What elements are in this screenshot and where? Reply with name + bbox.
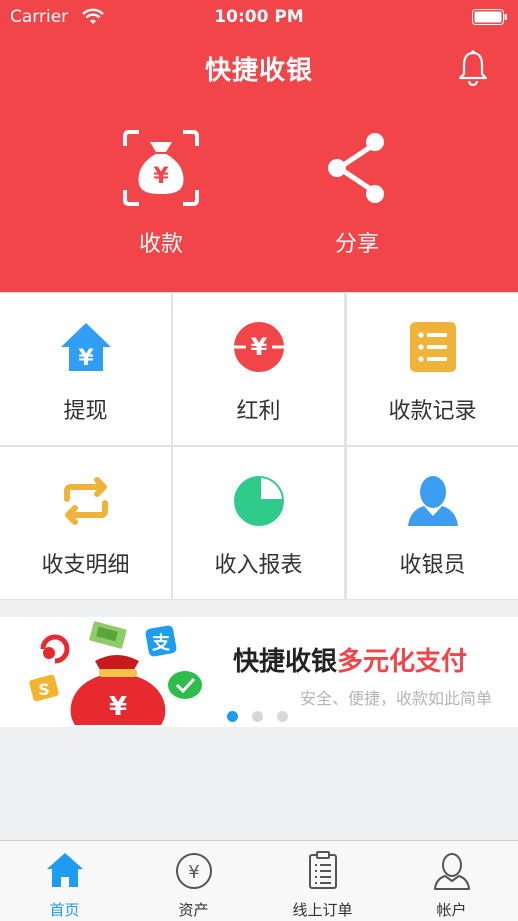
grid-item-bonus[interactable]: ¥ 红利 bbox=[173, 293, 344, 445]
grid-item-label: 收入报表 bbox=[214, 553, 303, 578]
grid-item-records[interactable]: 收款记录 bbox=[347, 293, 518, 445]
cashier-person-icon bbox=[347, 473, 518, 529]
grid-item-details[interactable]: 收支明细 bbox=[0, 447, 171, 599]
grid-item-label: 收支明细 bbox=[41, 553, 130, 578]
bell-icon[interactable] bbox=[458, 50, 488, 90]
tab-label: 帐户 bbox=[436, 901, 467, 919]
tab-label: 线上订单 bbox=[292, 901, 353, 919]
grid-item-label: 提现 bbox=[63, 399, 108, 424]
share-icon bbox=[287, 128, 427, 212]
tab-home[interactable]: 首页 bbox=[0, 841, 129, 921]
svg-text:¥: ¥ bbox=[78, 346, 94, 371]
tab-online-orders[interactable]: 线上订单 bbox=[258, 841, 387, 921]
collect-button[interactable]: ¥ 收款 bbox=[91, 128, 231, 258]
svg-text:支: 支 bbox=[151, 632, 171, 654]
home-icon bbox=[0, 851, 129, 891]
yen-circle-icon: ¥ bbox=[129, 851, 258, 891]
money-bag-scan-icon: ¥ bbox=[91, 128, 231, 212]
order-list-icon bbox=[258, 851, 387, 891]
svg-text:¥: ¥ bbox=[250, 333, 267, 361]
payment-bag-illustration: 支 S ¥ bbox=[25, 619, 215, 731]
header: Carrier 10:00 PM 快捷收银 ¥ 收款 分享 bbox=[0, 0, 518, 292]
red-yen-circle-icon: ¥ bbox=[173, 319, 344, 375]
tab-assets[interactable]: ¥ 资产 bbox=[129, 841, 258, 921]
svg-text:S: S bbox=[38, 680, 50, 699]
tab-account[interactable]: 帐户 bbox=[387, 841, 516, 921]
clock: 10:00 PM bbox=[214, 7, 304, 27]
feature-grid: ¥ 提现 ¥ 红利 收款记录 收支明细 收入报表 收银员 bbox=[0, 292, 518, 600]
house-yen-icon: ¥ bbox=[0, 319, 171, 375]
status-bar: Carrier 10:00 PM bbox=[0, 0, 518, 34]
banner-title-part2: 多元化支付 bbox=[337, 647, 468, 677]
swap-arrows-icon bbox=[0, 473, 171, 529]
account-icon bbox=[387, 851, 516, 891]
share-button[interactable]: 分享 bbox=[287, 128, 427, 258]
carousel-dot[interactable] bbox=[277, 711, 288, 722]
share-label: 分享 bbox=[334, 232, 379, 257]
tab-label: 资产 bbox=[178, 901, 209, 919]
tab-label: 首页 bbox=[49, 901, 80, 919]
grid-item-cashier[interactable]: 收银员 bbox=[347, 447, 518, 599]
list-icon bbox=[347, 319, 518, 375]
carousel-dots bbox=[227, 711, 288, 722]
banner-title-part1: 快捷收银 bbox=[233, 647, 338, 677]
carousel-dot[interactable] bbox=[227, 711, 238, 722]
grid-item-label: 收银员 bbox=[399, 553, 466, 578]
tab-bar: 首页 ¥ 资产 线上订单 帐户 bbox=[0, 840, 518, 921]
pie-chart-icon bbox=[173, 473, 344, 529]
banner-title: 快捷收银多元化支付 bbox=[233, 641, 467, 678]
grid-item-label: 收款记录 bbox=[388, 399, 477, 424]
page-title: 快捷收银 bbox=[204, 56, 313, 86]
svg-text:¥: ¥ bbox=[188, 862, 199, 883]
grid-item-label: 红利 bbox=[236, 399, 281, 424]
svg-text:¥: ¥ bbox=[153, 164, 169, 189]
promo-banner[interactable]: 支 S ¥ 快捷收银多元化支付 安全、便捷，收款如此简单 bbox=[0, 617, 518, 727]
banner-yen-symbol: ¥ bbox=[109, 692, 127, 722]
grid-item-withdraw[interactable]: ¥ 提现 bbox=[0, 293, 171, 445]
banner-subtitle: 安全、便捷，收款如此简单 bbox=[299, 689, 492, 708]
collect-label: 收款 bbox=[138, 232, 183, 257]
grid-item-report[interactable]: 收入报表 bbox=[173, 447, 344, 599]
battery-icon bbox=[472, 9, 508, 25]
carousel-dot[interactable] bbox=[252, 711, 263, 722]
